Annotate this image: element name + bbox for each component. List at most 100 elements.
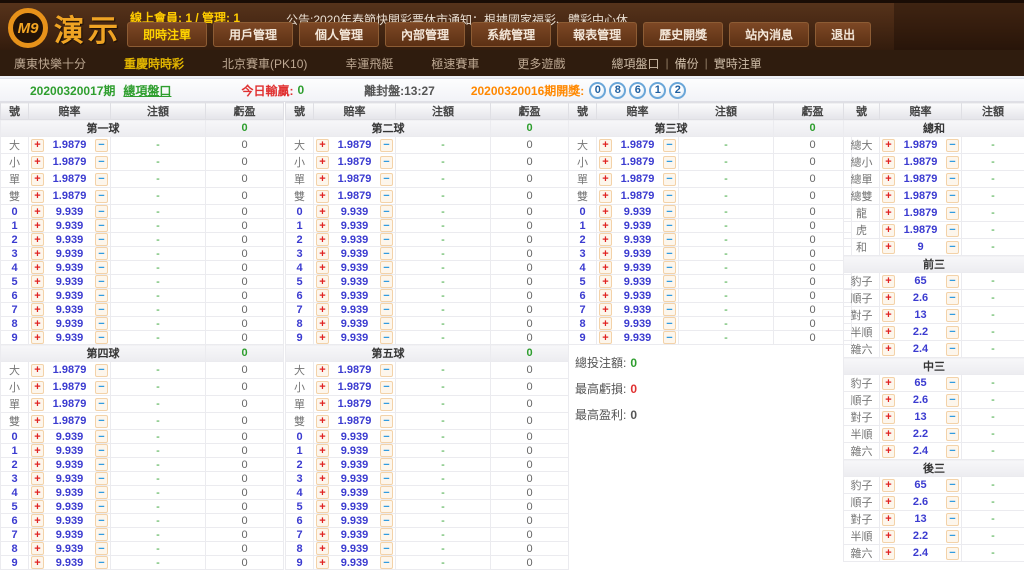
odds-increase-button[interactable]: + <box>316 381 329 394</box>
odds-increase-button[interactable]: + <box>882 377 895 390</box>
odds-decrease-button[interactable]: − <box>95 444 108 457</box>
odds-increase-button[interactable]: + <box>316 458 329 471</box>
odds-decrease-button[interactable]: − <box>380 458 393 471</box>
odds-increase-button[interactable]: + <box>316 415 329 428</box>
odds-decrease-button[interactable]: − <box>663 275 676 288</box>
odds-increase-button[interactable]: + <box>316 472 329 485</box>
odds-increase-button[interactable]: + <box>316 398 329 411</box>
odds-increase-button[interactable]: + <box>31 472 44 485</box>
odds-decrease-button[interactable]: − <box>380 500 393 513</box>
odds-decrease-button[interactable]: − <box>380 528 393 541</box>
odds-increase-button[interactable]: + <box>882 309 895 322</box>
odds-decrease-button[interactable]: − <box>95 317 108 330</box>
odds-decrease-button[interactable]: − <box>95 261 108 274</box>
odds-decrease-button[interactable]: − <box>663 303 676 316</box>
odds-increase-button[interactable]: + <box>31 500 44 513</box>
odds-increase-button[interactable]: + <box>31 430 44 443</box>
odds-decrease-button[interactable]: − <box>946 139 959 152</box>
odds-increase-button[interactable]: + <box>316 500 329 513</box>
odds-decrease-button[interactable]: − <box>380 430 393 443</box>
odds-increase-button[interactable]: + <box>599 303 612 316</box>
odds-increase-button[interactable]: + <box>31 542 44 555</box>
odds-decrease-button[interactable]: − <box>380 472 393 485</box>
odds-increase-button[interactable]: + <box>316 233 329 246</box>
odds-decrease-button[interactable]: − <box>946 292 959 305</box>
odds-increase-button[interactable]: + <box>882 343 895 356</box>
odds-increase-button[interactable]: + <box>316 261 329 274</box>
odds-increase-button[interactable]: + <box>882 207 895 220</box>
odds-increase-button[interactable]: + <box>31 205 44 218</box>
odds-increase-button[interactable]: + <box>316 514 329 527</box>
odds-decrease-button[interactable]: − <box>95 458 108 471</box>
odds-increase-button[interactable]: + <box>882 411 895 424</box>
odds-increase-button[interactable]: + <box>31 303 44 316</box>
odds-increase-button[interactable]: + <box>31 173 44 186</box>
odds-decrease-button[interactable]: − <box>946 530 959 543</box>
odds-increase-button[interactable]: + <box>31 364 44 377</box>
odds-increase-button[interactable]: + <box>31 275 44 288</box>
odds-decrease-button[interactable]: − <box>946 428 959 441</box>
odds-increase-button[interactable]: + <box>31 556 44 569</box>
odds-decrease-button[interactable]: − <box>663 317 676 330</box>
odds-decrease-button[interactable]: − <box>95 398 108 411</box>
odds-decrease-button[interactable]: − <box>95 364 108 377</box>
odds-increase-button[interactable]: + <box>882 428 895 441</box>
odds-decrease-button[interactable]: − <box>380 205 393 218</box>
odds-increase-button[interactable]: + <box>882 547 895 560</box>
odds-increase-button[interactable]: + <box>316 156 329 169</box>
odds-decrease-button[interactable]: − <box>663 156 676 169</box>
odds-decrease-button[interactable]: − <box>946 241 959 254</box>
odds-decrease-button[interactable]: − <box>380 275 393 288</box>
odds-decrease-button[interactable]: − <box>380 173 393 186</box>
game-tab[interactable]: 北京賽車(PK10) <box>210 55 319 72</box>
odds-decrease-button[interactable]: − <box>95 514 108 527</box>
odds-increase-button[interactable]: + <box>599 261 612 274</box>
odds-increase-button[interactable]: + <box>31 331 44 344</box>
odds-increase-button[interactable]: + <box>599 331 612 344</box>
odds-decrease-button[interactable]: − <box>380 364 393 377</box>
odds-increase-button[interactable]: + <box>316 139 329 152</box>
odds-decrease-button[interactable]: − <box>380 261 393 274</box>
main-nav-button[interactable]: 歷史開獎 <box>643 22 723 47</box>
odds-decrease-button[interactable]: − <box>380 289 393 302</box>
odds-increase-button[interactable]: + <box>599 247 612 260</box>
odds-increase-button[interactable]: + <box>599 205 612 218</box>
odds-decrease-button[interactable]: − <box>95 289 108 302</box>
odds-decrease-button[interactable]: − <box>380 156 393 169</box>
odds-increase-button[interactable]: + <box>882 190 895 203</box>
odds-decrease-button[interactable]: − <box>380 190 393 203</box>
odds-decrease-button[interactable]: − <box>380 303 393 316</box>
odds-increase-button[interactable]: + <box>882 530 895 543</box>
odds-increase-button[interactable]: + <box>599 190 612 203</box>
odds-decrease-button[interactable]: − <box>95 173 108 186</box>
odds-increase-button[interactable]: + <box>31 219 44 232</box>
main-nav-button[interactable]: 系統管理 <box>471 22 551 47</box>
odds-increase-button[interactable]: + <box>316 364 329 377</box>
odds-increase-button[interactable]: + <box>316 528 329 541</box>
odds-increase-button[interactable]: + <box>599 219 612 232</box>
odds-increase-button[interactable]: + <box>316 444 329 457</box>
odds-decrease-button[interactable]: − <box>946 445 959 458</box>
odds-increase-button[interactable]: + <box>31 139 44 152</box>
odds-decrease-button[interactable]: − <box>380 317 393 330</box>
game-tab[interactable]: 重慶時時彩 <box>112 55 196 72</box>
odds-decrease-button[interactable]: − <box>946 224 959 237</box>
game-tab[interactable]: 幸運飛艇 <box>333 55 405 72</box>
odds-decrease-button[interactable]: − <box>663 219 676 232</box>
odds-increase-button[interactable]: + <box>599 275 612 288</box>
odds-decrease-button[interactable]: − <box>95 542 108 555</box>
odds-decrease-button[interactable]: − <box>380 415 393 428</box>
odds-increase-button[interactable]: + <box>31 514 44 527</box>
odds-increase-button[interactable]: + <box>316 289 329 302</box>
odds-increase-button[interactable]: + <box>316 317 329 330</box>
odds-increase-button[interactable]: + <box>316 275 329 288</box>
odds-increase-button[interactable]: + <box>599 156 612 169</box>
odds-increase-button[interactable]: + <box>316 190 329 203</box>
odds-increase-button[interactable]: + <box>882 496 895 509</box>
odds-increase-button[interactable]: + <box>882 445 895 458</box>
odds-decrease-button[interactable]: − <box>663 173 676 186</box>
odds-decrease-button[interactable]: − <box>380 556 393 569</box>
odds-decrease-button[interactable]: − <box>95 247 108 260</box>
odds-increase-button[interactable]: + <box>882 394 895 407</box>
odds-decrease-button[interactable]: − <box>663 289 676 302</box>
